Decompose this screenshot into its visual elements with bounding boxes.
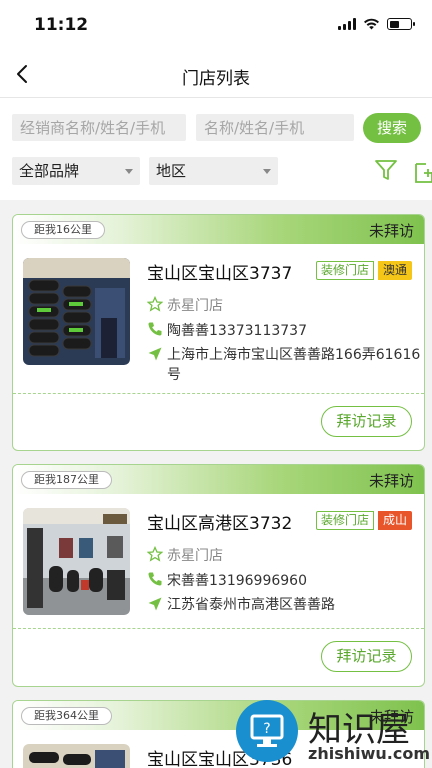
region-tag: 成山 xyxy=(378,511,413,530)
store-photo xyxy=(23,744,130,768)
brand-select[interactable]: 全部品牌 xyxy=(12,157,140,185)
store-photo xyxy=(23,508,130,615)
address-row: 上海市上海市宝山区善善路166弄61616号 xyxy=(147,345,424,385)
filter-area: 搜索 全部品牌 地区 xyxy=(0,98,432,200)
contact-row[interactable]: 陶善善13373113737 xyxy=(147,320,307,340)
store-type-tag: 装修门店 xyxy=(316,511,375,530)
region-tag: 澳通 xyxy=(378,261,413,280)
svg-text:?: ? xyxy=(263,721,270,737)
star-level-label: 赤星门店 xyxy=(167,548,223,564)
filter-icon[interactable] xyxy=(374,158,398,182)
location-arrow-icon xyxy=(148,347,162,361)
address-row: 江苏省泰州市高港区善善路 xyxy=(147,595,424,615)
distance-badge: 距我364公里 xyxy=(21,707,112,725)
address-text: 江苏省泰州市高港区善善路 xyxy=(167,597,335,613)
store-name: 宝山区高港区3732 xyxy=(147,514,293,534)
store-name: 宝山区宝山区3737 xyxy=(147,264,293,284)
phone-icon xyxy=(148,572,162,586)
region-select[interactable]: 地区 xyxy=(149,157,278,185)
store-search-input[interactable] xyxy=(196,114,354,141)
visit-status: 未拜访 xyxy=(368,222,414,240)
location-arrow-icon xyxy=(148,597,162,611)
page-title: 门店列表 xyxy=(182,69,250,89)
status-time: 11:12 xyxy=(34,15,89,35)
battery-icon xyxy=(387,18,415,30)
star-level-label: 赤星门店 xyxy=(167,298,223,314)
distance-badge: 距我16公里 xyxy=(21,221,105,239)
brand-select-value: 全部品牌 xyxy=(19,162,80,180)
store-card[interactable]: 距我16公里 未拜访 宝山区宝山区3737 装修门店 澳通 赤星门店 陶善善13… xyxy=(12,214,425,451)
visit-record-button[interactable]: 拜访记录 xyxy=(321,641,412,672)
region-select-value: 地区 xyxy=(156,162,187,180)
cellular-signal-icon xyxy=(338,18,356,30)
nav-bar: 门店列表 xyxy=(0,50,432,98)
star-icon xyxy=(147,296,163,312)
star-icon xyxy=(147,546,163,562)
dealer-search-input[interactable] xyxy=(12,114,186,141)
store-photo xyxy=(23,258,130,365)
watermark-url: zhishiwu.com xyxy=(308,744,430,763)
star-level-row: 赤星门店 xyxy=(147,545,223,565)
distance-badge: 距我187公里 xyxy=(21,471,112,489)
contact-row[interactable]: 宋善善13196996960 xyxy=(147,570,307,590)
search-button[interactable]: 搜索 xyxy=(363,113,421,143)
status-icons xyxy=(338,18,415,30)
wifi-icon xyxy=(364,18,379,30)
card-header: 距我187公里 未拜访 xyxy=(13,465,424,494)
contact-text: 陶善善13373113737 xyxy=(167,323,307,339)
watermark: ? 知识屋 zhishiwu.com xyxy=(232,700,432,768)
card-header: 距我16公里 未拜访 xyxy=(13,215,424,244)
contact-text: 宋善善13196996960 xyxy=(167,573,307,589)
status-bar: 11:12 xyxy=(0,0,432,50)
address-text: 上海市上海市宝山区善善路166弄61616号 xyxy=(167,347,421,383)
chevron-down-icon xyxy=(125,169,133,174)
visit-status: 未拜访 xyxy=(368,472,414,490)
visit-record-button[interactable]: 拜访记录 xyxy=(321,406,412,437)
card-divider xyxy=(13,628,424,629)
card-divider xyxy=(13,393,424,394)
add-store-icon[interactable] xyxy=(412,158,432,184)
phone-icon xyxy=(148,322,162,336)
star-level-row: 赤星门店 xyxy=(147,295,223,315)
chevron-down-icon xyxy=(263,169,271,174)
store-type-tag: 装修门店 xyxy=(316,261,375,280)
watermark-logo-icon: ? xyxy=(236,700,298,762)
store-card[interactable]: 距我187公里 未拜访 宝山区高港区3732 装修门店 成山 赤星门店 宋善善1… xyxy=(12,464,425,687)
